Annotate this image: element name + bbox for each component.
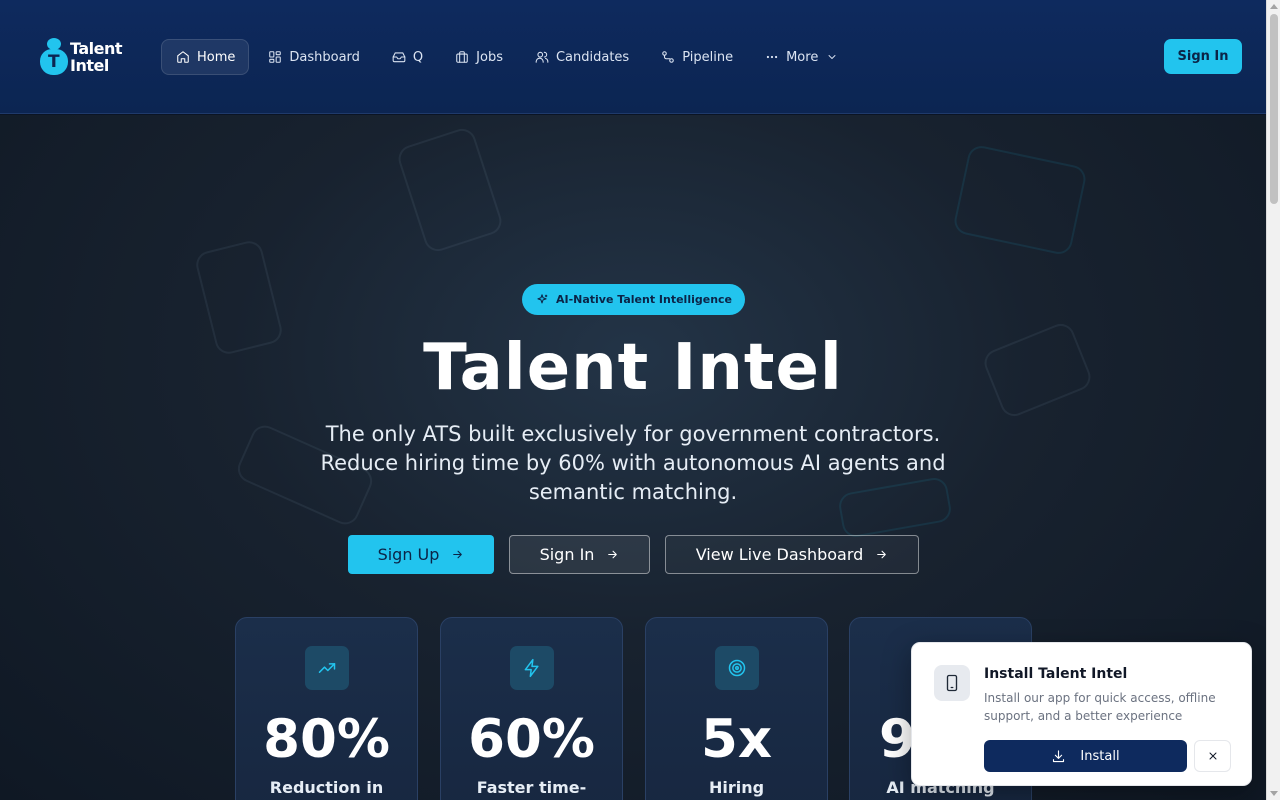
nav-more[interactable]: More	[751, 39, 851, 75]
nav-home[interactable]: Home	[161, 39, 250, 75]
stat-value: 5x	[700, 709, 773, 770]
stat-label: Reduction in	[269, 778, 384, 797]
brand-logo[interactable]: T Talent Intel	[40, 37, 130, 77]
main-nav: Home Dashboard Q Jobs Candidates Pipelin…	[161, 39, 856, 75]
stat-label: Faster time-	[476, 778, 587, 797]
download-icon	[1053, 749, 1065, 762]
trending-up-icon	[318, 663, 336, 673]
chevron-down-icon	[828, 55, 836, 59]
nav-jobs[interactable]: Jobs	[441, 39, 516, 75]
install-popup-title: Install Talent Intel	[984, 666, 1128, 682]
view-live-dashboard-button[interactable]: View Live Dashboard	[665, 535, 919, 574]
nav-dashboard-label: Dashboard	[289, 49, 360, 65]
dashboard-grid-icon	[269, 51, 282, 63]
sign-up-button[interactable]: Sign Up	[348, 535, 494, 574]
arrow-right-icon	[608, 550, 618, 559]
nav-q-label: Q	[412, 49, 424, 65]
stat-card: 80% Reduction in	[235, 617, 418, 800]
lightning-icon	[524, 658, 539, 678]
hero-title: Talent Intel	[423, 331, 843, 405]
logo-mark-letter: T	[48, 52, 60, 72]
scrollbar-thumb[interactable]	[1270, 14, 1278, 204]
nav-q[interactable]: Q	[378, 39, 436, 75]
header-sign-in-button[interactable]: Sign In	[1164, 39, 1242, 74]
users-icon	[535, 51, 549, 63]
install-popup-description: Install our app for quick access, offlin…	[984, 691, 1216, 723]
install-button[interactable]: Install	[984, 740, 1187, 772]
nav-home-label: Home	[197, 49, 236, 65]
brand-name: Talent Intel	[70, 39, 123, 75]
hero-subtitle: The only ATS built exclusively for gover…	[320, 422, 946, 504]
brand-name-line2: Intel	[70, 56, 109, 75]
nav-pipeline-label: Pipeline	[682, 49, 734, 65]
ellipsis-icon	[766, 55, 778, 59]
scroll-down-arrow-icon[interactable]	[1270, 791, 1278, 796]
target-icon	[728, 659, 746, 677]
close-icon	[1209, 752, 1216, 760]
nav-candidates[interactable]: Candidates	[521, 39, 642, 75]
briefcase-icon	[456, 51, 468, 63]
hero-sign-in-button[interactable]: Sign In	[509, 535, 650, 574]
background-decoration	[951, 143, 1089, 257]
pipeline-icon	[662, 51, 674, 63]
arrow-right-icon	[877, 550, 887, 559]
home-icon	[177, 51, 189, 63]
stat-card: 5x Hiring	[645, 617, 828, 800]
install-app-popup: Install Talent Intel Install our app for…	[911, 642, 1252, 786]
top-navbar: T Talent Intel Home Dashboard Q Jobs Can…	[0, 0, 1266, 114]
hero-sign-in-label: Sign In	[539, 545, 595, 564]
sparkles-icon	[537, 293, 548, 303]
scroll-up-arrow-icon[interactable]	[1270, 4, 1278, 9]
view-live-dashboard-label: View Live Dashboard	[695, 545, 864, 564]
nav-pipeline[interactable]: Pipeline	[647, 39, 746, 75]
smartphone-icon	[946, 674, 958, 692]
hero-badge-label: AI-Native Talent Intelligence	[555, 293, 733, 306]
close-popup-button[interactable]	[1194, 740, 1231, 772]
page-scrollbar[interactable]	[1266, 0, 1280, 800]
stat-label: Hiring	[708, 778, 765, 797]
brand-name-line1: Talent	[70, 39, 123, 58]
arrow-right-icon	[453, 550, 463, 559]
stat-value: 60%	[468, 709, 595, 770]
stat-value: 80%	[263, 709, 390, 770]
stat-card: 60% Faster time-	[440, 617, 623, 800]
logo-mark-icon: T	[40, 38, 68, 76]
nav-dashboard[interactable]: Dashboard	[254, 39, 373, 75]
hero-badge: AI-Native Talent Intelligence	[522, 284, 745, 315]
sign-up-label: Sign Up	[377, 545, 440, 564]
nav-candidates-label: Candidates	[555, 49, 630, 65]
install-button-label: Install	[1080, 748, 1120, 764]
nav-more-label: More	[786, 49, 819, 65]
background-decoration	[394, 125, 506, 255]
inbox-icon	[392, 52, 406, 63]
nav-jobs-label: Jobs	[476, 49, 503, 65]
